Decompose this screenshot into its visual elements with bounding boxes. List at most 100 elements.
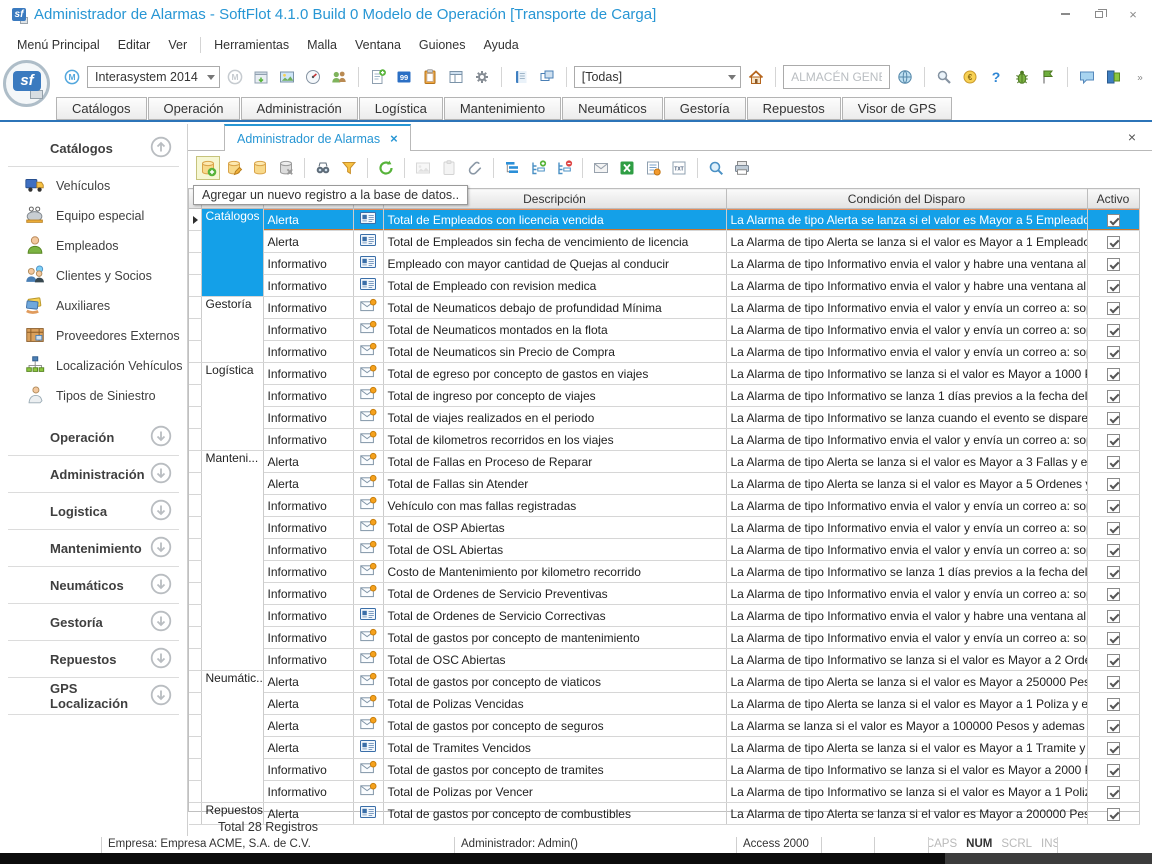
table-row[interactable]: InformativoTotal de Neumaticos montados …	[189, 319, 1139, 341]
profile-combobox[interactable]: Interasystem 2014	[87, 66, 220, 88]
edit-record-icon[interactable]	[222, 156, 246, 180]
group-list-icon[interactable]	[500, 156, 524, 180]
sidebar-section-operacion[interactable]: Operación	[0, 419, 187, 455]
module-tab-mantenimiento[interactable]: Mantenimiento	[444, 97, 561, 120]
table-row[interactable]: AlertaTotal de Fallas sin AtenderLa Alar…	[189, 473, 1139, 495]
menu-menu-principal[interactable]: Menú Principal	[8, 35, 109, 55]
sidebar-section-neumaticos[interactable]: Neumáticos	[0, 567, 187, 603]
picture-icon[interactable]	[275, 65, 299, 89]
flag-icon[interactable]	[1036, 65, 1060, 89]
module-tab-administracion[interactable]: Administración	[241, 97, 358, 120]
table-row[interactable]: InformativoTotal de OSC AbiertasLa Alarm…	[189, 649, 1139, 671]
module-tab-repuestos[interactable]: Repuestos	[747, 97, 841, 120]
euro-icon[interactable]: €	[958, 65, 982, 89]
search-tools-icon[interactable]	[932, 65, 956, 89]
excel-icon[interactable]	[615, 156, 639, 180]
archive-icon[interactable]	[249, 65, 273, 89]
sidebar-item-auxiliares[interactable]: Auxiliares	[0, 291, 187, 321]
module-tab-logistica[interactable]: Logística	[359, 97, 443, 120]
m-badge-grey-icon[interactable]: M	[223, 65, 247, 89]
table-row[interactable]: AlertaTotal de Polizas VencidasLa Alarma…	[189, 693, 1139, 715]
layout-icon[interactable]	[444, 65, 468, 89]
menu-herramientas[interactable]: Herramientas	[205, 35, 298, 55]
menu-guiones[interactable]: Guiones	[410, 35, 475, 55]
chevron-down-icon[interactable]	[149, 535, 173, 562]
table-row[interactable]: InformativoEmpleado con mayor cantidad d…	[189, 253, 1139, 275]
table-row[interactable]: InformativoTotal de Polizas por VencerLa…	[189, 781, 1139, 803]
export-txt-icon[interactable]: TXT	[667, 156, 691, 180]
windows-icon[interactable]	[535, 65, 559, 89]
paste-icon[interactable]	[437, 156, 461, 180]
users-icon[interactable]	[327, 65, 351, 89]
active-checkbox[interactable]	[1107, 808, 1120, 821]
help-icon[interactable]: ?	[984, 65, 1008, 89]
sidebar-section-catalogos[interactable]: Catálogos	[0, 130, 187, 166]
menu-ver[interactable]: Ver	[159, 35, 196, 55]
sidebar-item-equipo-especial[interactable]: Equipo especial	[0, 201, 187, 231]
table-row[interactable]: InformativoTotal de ingreso por concepto…	[189, 385, 1139, 407]
close-icon[interactable]: ×	[1126, 7, 1140, 21]
active-checkbox[interactable]	[1107, 522, 1120, 535]
scope-combobox[interactable]: [Todas]	[574, 66, 741, 88]
gauge-icon[interactable]	[301, 65, 325, 89]
column-header-condicion-del-disparo[interactable]: Condición del Disparo	[726, 189, 1087, 209]
chevron-down-icon[interactable]	[149, 461, 173, 488]
column-header-activo[interactable]: Activo	[1087, 189, 1139, 209]
database-icon[interactable]	[248, 156, 272, 180]
refresh-icon[interactable]	[374, 156, 398, 180]
active-checkbox[interactable]	[1107, 544, 1120, 557]
sidebar-section-administracion[interactable]: Administración	[0, 456, 187, 492]
active-checkbox[interactable]	[1107, 742, 1120, 755]
table-row[interactable]: InformativoTotal de Neumaticos sin Preci…	[189, 341, 1139, 363]
active-checkbox[interactable]	[1107, 368, 1120, 381]
table-row[interactable]: Neumátic...AlertaTotal de gastos por con…	[189, 671, 1139, 693]
table-row[interactable]: InformativoTotal de Ordenes de Servicio …	[189, 605, 1139, 627]
active-checkbox[interactable]	[1107, 478, 1120, 491]
active-checkbox[interactable]	[1107, 302, 1120, 315]
table-row[interactable]: GestoríaInformativoTotal de Neumaticos d…	[189, 297, 1139, 319]
menu-malla[interactable]: Malla	[298, 35, 346, 55]
table-row[interactable]: InformativoTotal de Empleado con revisio…	[189, 275, 1139, 297]
export-note-icon[interactable]	[641, 156, 665, 180]
collapse-groups-icon[interactable]	[552, 156, 576, 180]
table-row[interactable]: AlertaTotal de gastos por concepto de se…	[189, 715, 1139, 737]
active-checkbox[interactable]	[1107, 786, 1120, 799]
sidebar-section-logistica[interactable]: Logistica	[0, 493, 187, 529]
sidebar-item-clientes-y-socios[interactable]: Clientes y Socios	[0, 261, 187, 291]
active-checkbox[interactable]	[1107, 214, 1120, 227]
chevron-up-icon[interactable]	[149, 135, 173, 162]
active-checkbox[interactable]	[1107, 280, 1120, 293]
new-doc-icon[interactable]	[366, 65, 390, 89]
table-row[interactable]: InformativoTotal de Ordenes de Servicio …	[189, 583, 1139, 605]
add-record-icon[interactable]	[196, 156, 220, 180]
table-row[interactable]: InformativoCosto de Mantenimiento por ki…	[189, 561, 1139, 583]
sidebar-section-mantenimiento[interactable]: Mantenimiento	[0, 530, 187, 566]
active-checkbox[interactable]	[1107, 698, 1120, 711]
tab-close-icon[interactable]: ×	[390, 131, 398, 146]
table-row[interactable]: InformativoTotal de kilometros recorrido…	[189, 429, 1139, 451]
active-checkbox[interactable]	[1107, 324, 1120, 337]
active-checkbox[interactable]	[1107, 654, 1120, 667]
table-row[interactable]: InformativoVehículo con mas fallas regis…	[189, 495, 1139, 517]
active-checkbox[interactable]	[1107, 676, 1120, 689]
book-icon[interactable]	[509, 65, 533, 89]
sidebar-section-gps-localizacion[interactable]: GPS Localización	[0, 678, 187, 714]
find-icon[interactable]	[311, 156, 335, 180]
menu-editar[interactable]: Editar	[109, 35, 160, 55]
tab-administrador-de-alarmas[interactable]: Administrador de Alarmas ×	[224, 124, 411, 151]
table-row[interactable]: LogísticaInformativoTotal de egreso por …	[189, 363, 1139, 385]
minimize-icon[interactable]	[1058, 7, 1072, 21]
expand-groups-icon[interactable]	[526, 156, 550, 180]
table-row[interactable]: AlertaTotal de Empleados sin fecha de ve…	[189, 231, 1139, 253]
menu-ayuda[interactable]: Ayuda	[474, 35, 527, 55]
menu-ventana[interactable]: Ventana	[346, 35, 410, 55]
active-checkbox[interactable]	[1107, 632, 1120, 645]
module-tab-neumaticos[interactable]: Neumáticos	[562, 97, 663, 120]
active-checkbox[interactable]	[1107, 456, 1120, 469]
delete-record-icon[interactable]	[274, 156, 298, 180]
sidebar-section-repuestos[interactable]: Repuestos	[0, 641, 187, 677]
clipboard-icon[interactable]	[418, 65, 442, 89]
table-row[interactable]: Manteni...AlertaTotal de Fallas en Proce…	[189, 451, 1139, 473]
print-icon[interactable]	[730, 156, 754, 180]
image-icon[interactable]	[411, 156, 435, 180]
